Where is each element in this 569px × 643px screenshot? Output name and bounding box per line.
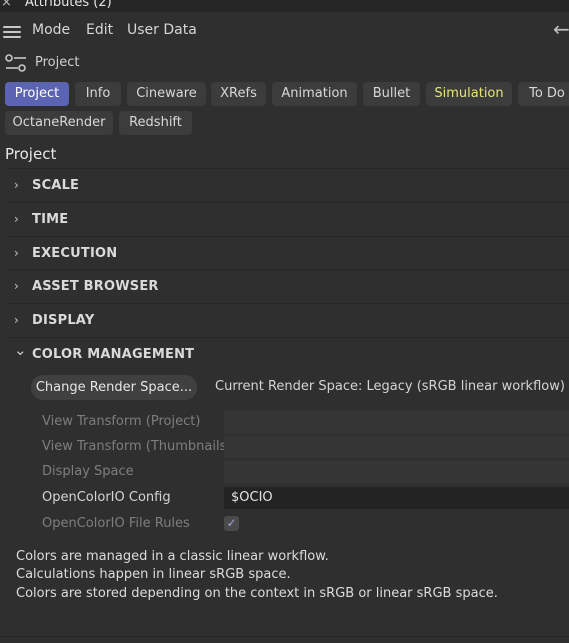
group-label: SCALE	[32, 178, 80, 193]
ocio-config-field[interactable]: $OCIO	[224, 487, 569, 509]
tab-bullet[interactable]: Bullet	[363, 82, 420, 106]
chevron-right-icon: ›	[14, 279, 19, 293]
project-settings-icon	[5, 54, 26, 72]
hamburger-menu-icon[interactable]	[3, 26, 21, 38]
note-line-2: Calculations happen in linear sRGB space…	[16, 567, 291, 582]
tab-simulation[interactable]: Simulation	[426, 82, 512, 106]
view-transform-project-label: View Transform (Project)	[42, 414, 201, 429]
ocio-file-rules-checkbox[interactable]: ✓	[224, 516, 239, 531]
group-label: DISPLAY	[32, 313, 95, 328]
group-execution[interactable]: › EXECUTION	[7, 236, 569, 270]
menu-mode[interactable]: Mode	[32, 22, 70, 38]
group-label: EXECUTION	[32, 246, 118, 261]
tab-xrefs[interactable]: XRefs	[211, 82, 266, 106]
window-titlebar: × Attributes (2)	[0, 0, 569, 12]
menu-user-data[interactable]: User Data	[127, 22, 197, 38]
view-transform-project-field	[224, 411, 569, 433]
change-render-space-button[interactable]: Change Render Space...	[31, 375, 197, 400]
tab-to-do[interactable]: To Do	[518, 82, 569, 106]
group-label: COLOR MANAGEMENT	[32, 347, 195, 362]
tab-redshift[interactable]: Redshift	[119, 111, 192, 135]
view-transform-thumbnails-field	[224, 436, 569, 458]
bottom-divider	[0, 636, 569, 637]
note-line-1: Colors are managed in a classic linear w…	[16, 549, 329, 564]
group-asset-browser[interactable]: › ASSET BROWSER	[7, 269, 569, 303]
chevron-down-icon: ⌄	[14, 341, 27, 359]
chevron-right-icon: ›	[14, 212, 19, 226]
group-label: TIME	[32, 212, 69, 227]
group-scale[interactable]: › SCALE	[7, 168, 569, 202]
tab-animation[interactable]: Animation	[272, 82, 357, 106]
breadcrumb-label: Project	[35, 55, 80, 70]
display-space-field	[224, 461, 569, 483]
current-render-space-text: Current Render Space: Legacy (sRGB linea…	[215, 379, 565, 394]
tab-project[interactable]: Project	[5, 82, 69, 106]
checkmark-icon: ✓	[226, 516, 237, 530]
attributes-window: × Attributes (2) Mode Edit User Data ← P…	[0, 0, 569, 643]
window-title: Attributes (2)	[25, 0, 112, 10]
group-display[interactable]: › DISPLAY	[7, 303, 569, 337]
back-arrow-icon[interactable]: ←	[553, 19, 569, 39]
chevron-right-icon: ›	[14, 178, 19, 192]
chevron-right-icon: ›	[14, 313, 19, 327]
group-time[interactable]: › TIME	[7, 202, 569, 236]
section-title: Project	[5, 145, 57, 163]
menu-edit[interactable]: Edit	[86, 22, 113, 38]
tab-info[interactable]: Info	[75, 82, 121, 106]
tab-cineware[interactable]: Cineware	[127, 82, 206, 106]
menu-bar: Mode Edit User Data ←	[0, 12, 569, 48]
ocio-config-value: $OCIO	[231, 490, 273, 505]
note-line-3: Colors are stored depending on the conte…	[16, 586, 498, 601]
tab-octanerender[interactable]: OctaneRender	[5, 111, 113, 135]
group-color-management[interactable]: ⌄ COLOR MANAGEMENT	[7, 337, 569, 371]
close-icon[interactable]: ×	[1, 0, 12, 10]
chevron-right-icon: ›	[14, 246, 19, 260]
ocio-file-rules-label: OpenColorIO File Rules	[42, 516, 190, 531]
breadcrumb: Project	[0, 50, 569, 76]
view-transform-thumbnails-label: View Transform (Thumbnails)	[42, 439, 232, 454]
display-space-label: Display Space	[42, 464, 134, 479]
group-label: ASSET BROWSER	[32, 279, 159, 294]
ocio-config-label: OpenColorIO Config	[42, 490, 171, 505]
